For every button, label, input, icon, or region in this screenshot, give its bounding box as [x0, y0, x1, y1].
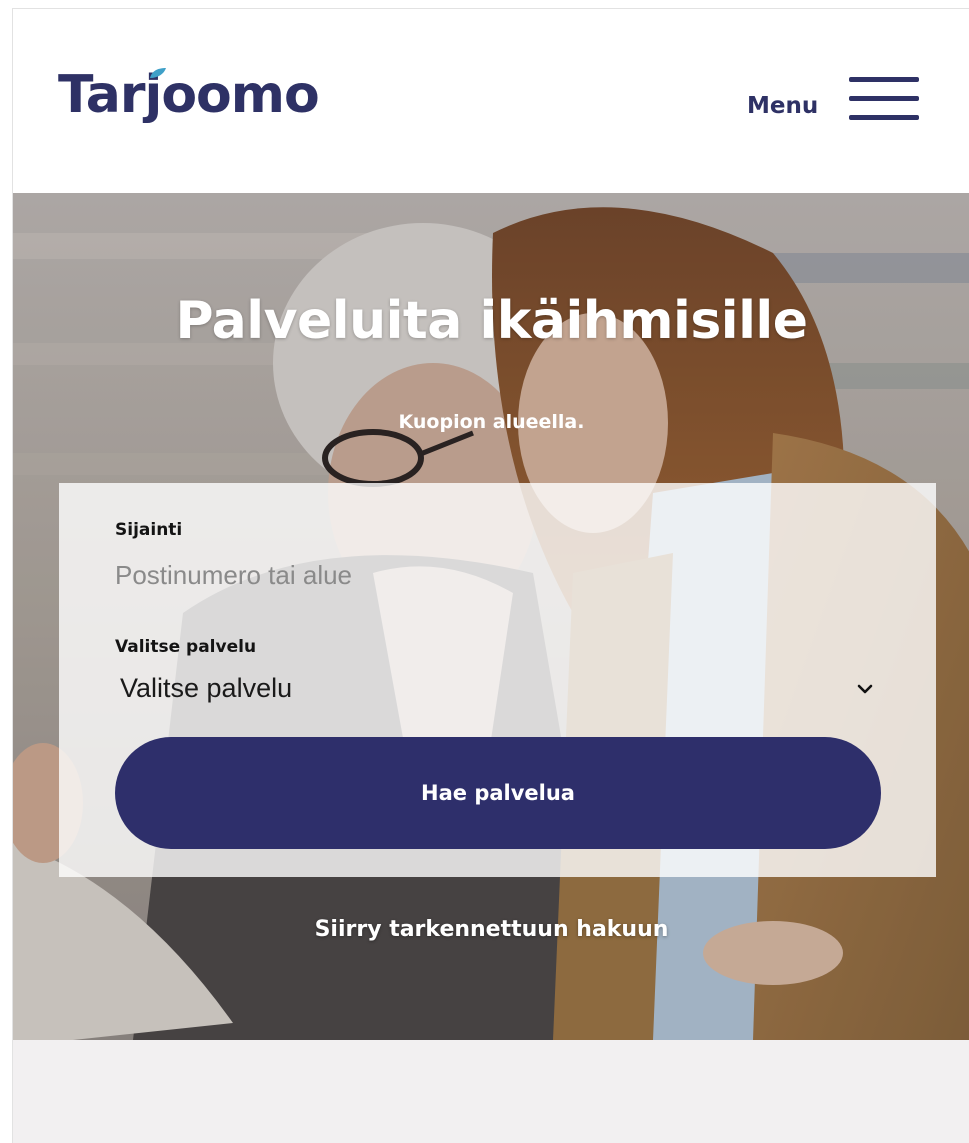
- menu-label[interactable]: Menu: [747, 91, 818, 121]
- page-frame: Tarjoomo Menu Palveluita ikäihmisille Ku…: [12, 8, 969, 1143]
- service-select[interactable]: Valitse palvelu: [115, 667, 885, 711]
- hero-subtitle: Kuopion alueella.: [398, 411, 585, 433]
- hamburger-line: [849, 77, 919, 82]
- site-header: Tarjoomo Menu: [13, 9, 969, 193]
- chevron-down-icon: [857, 684, 873, 694]
- menu-hamburger-icon[interactable]: [849, 75, 921, 123]
- service-selected-value: Valitse palvelu: [120, 673, 293, 703]
- location-input[interactable]: [115, 555, 875, 595]
- hero-section: Palveluita ikäihmisille Kuopion alueella…: [13, 193, 969, 1040]
- search-form: Sijainti Valitse palvelu Valitse palvelu…: [59, 483, 936, 877]
- hero-title: Palveluita ikäihmisille: [175, 291, 808, 351]
- advanced-search-link[interactable]: Siirry tarkennettuun hakuun: [13, 915, 969, 945]
- hamburger-line: [849, 96, 919, 101]
- logo[interactable]: Tarjoomo: [58, 65, 320, 125]
- service-label: Valitse palvelu: [115, 637, 257, 657]
- search-button[interactable]: Hae palvelua: [115, 737, 881, 849]
- location-label: Sijainti: [115, 520, 183, 540]
- hamburger-line: [849, 115, 919, 120]
- logo-leaf-icon: [150, 68, 166, 78]
- content-band: [13, 1040, 969, 1143]
